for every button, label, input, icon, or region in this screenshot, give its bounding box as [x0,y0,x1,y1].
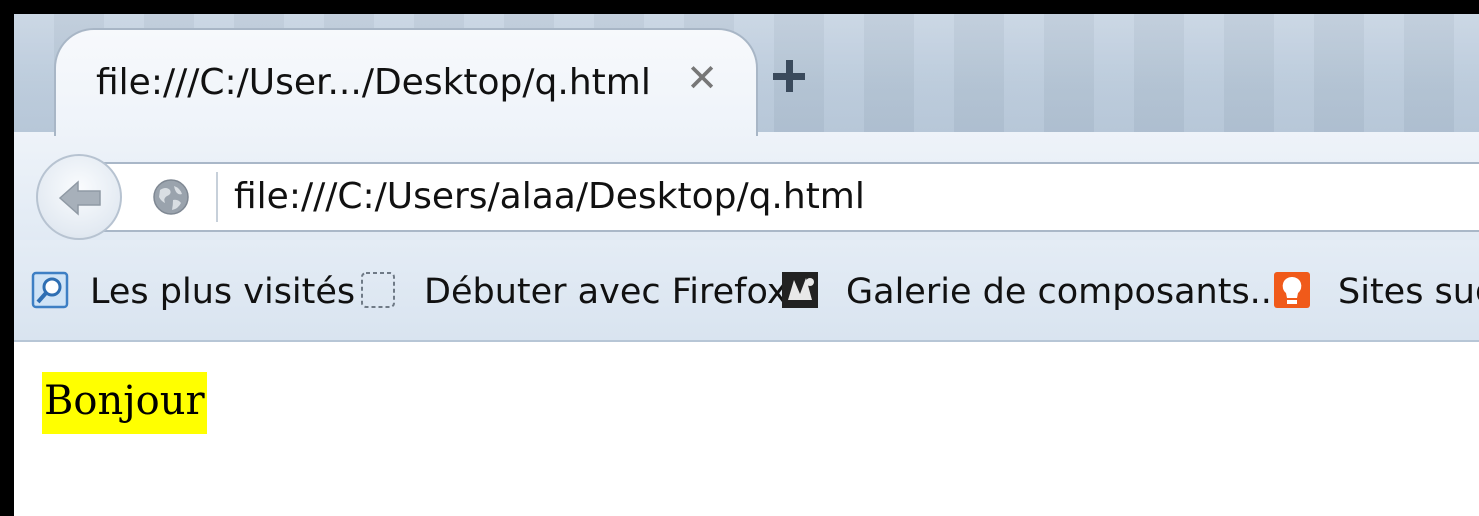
back-arrow-icon [58,180,101,216]
url-input[interactable]: file:///C:/Users/alaa/Desktop/q.html [234,176,865,217]
back-button[interactable] [36,154,122,240]
bookmark-label: Galerie de composants... [846,272,1284,312]
search-bookmark-icon [31,271,69,309]
url-separator [216,172,218,222]
dashed-page-icon [361,272,395,308]
bookmarks-toolbar: Les plus visités Débuter avec Firefox Ga… [14,240,1479,342]
bookmark-label: Les plus visités [90,272,356,312]
bookmark-label: Sites sug [1338,272,1479,312]
close-icon[interactable]: ✕ [682,58,722,98]
tab-title: file:///C:/User.../Desktop/q.html [96,62,651,103]
highlighted-text: Bonjour [42,372,207,434]
bookmark-sites-suggeres[interactable]: Sites sug [1272,266,1479,316]
gallery-icon [782,272,818,308]
globe-icon [153,179,189,215]
bookmark-label: Débuter avec Firefox [424,272,788,312]
bookmark-debuter-avec-firefox[interactable]: Débuter avec Firefox [358,266,788,316]
url-bar[interactable]: file:///C:/Users/alaa/Desktop/q.html [100,162,1479,232]
bookmark-les-plus-visites[interactable]: Les plus visités [30,266,360,316]
bookmark-galerie-de-composants[interactable]: Galerie de composants... [780,266,1284,316]
page-content: Bonjour [14,342,1479,516]
lightbulb-icon [1274,272,1310,308]
tab-active[interactable]: file:///C:/User.../Desktop/q.html ✕ [54,28,758,136]
navigation-toolbar: file:///C:/Users/alaa/Desktop/q.html [14,132,1479,240]
browser-window: file:///C:/User.../Desktop/q.html ✕ file… [14,14,1479,516]
new-tab-button[interactable] [769,56,809,96]
